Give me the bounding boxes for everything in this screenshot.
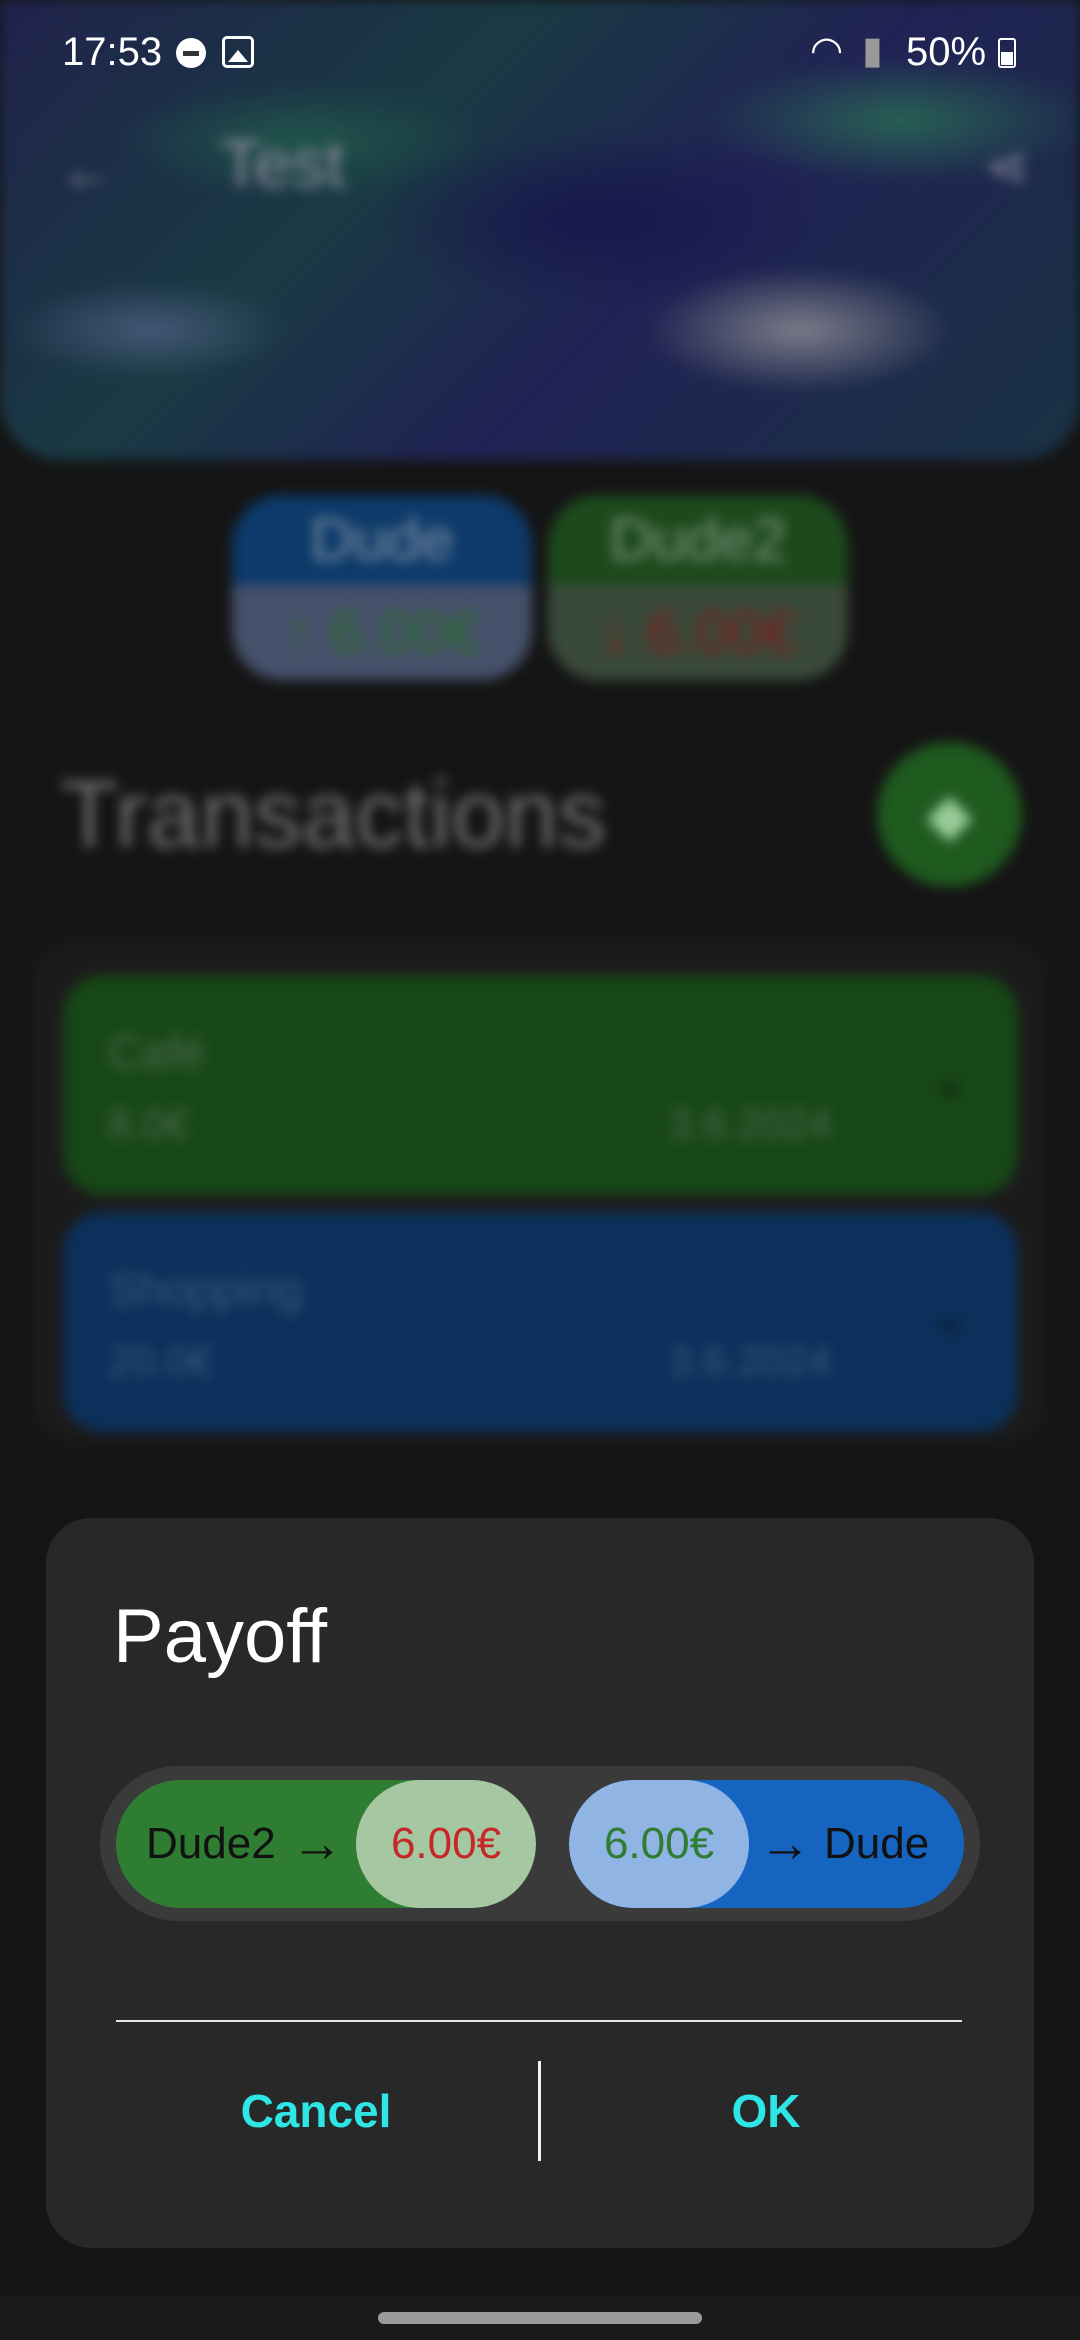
dialog-title: Payoff (113, 1594, 328, 1679)
balance-name: Dude (232, 495, 532, 585)
button-divider (538, 2061, 541, 2161)
payment-amount: 6.00€ (356, 1780, 536, 1908)
do-not-disturb-icon (176, 38, 206, 68)
payment-pill-dude[interactable]: 6.00€ → Dude (569, 1780, 964, 1908)
image-notification-icon (222, 36, 254, 68)
payoff-dialog: Payoff Dude2 → 6.00€ 6.00€ → Dude Cancel… (46, 1518, 1034, 2248)
battery-icon (998, 38, 1016, 68)
arrow-right-icon: → (291, 1815, 343, 1873)
payoff-button[interactable]: ◆ (877, 742, 1022, 887)
transaction-name: Shopping (108, 1263, 303, 1315)
payer-name: Dude2 (146, 1819, 276, 1868)
ok-button[interactable]: OK (566, 2066, 966, 2156)
status-time: 17:53 (62, 30, 163, 74)
transaction-date: 3.6.2024 (668, 1100, 832, 1147)
arrow-up-icon: ↑ (283, 599, 314, 666)
arrow-down-icon: ↓ (599, 599, 630, 666)
balance-amount: ↓ 6.00€ (548, 585, 848, 680)
status-bar: 17:53 ◠ ▮ 50% (0, 0, 1080, 105)
transaction-amount: 8.0€ (108, 1100, 190, 1147)
transaction-amount: 20.0€ (108, 1337, 214, 1384)
home-indicator[interactable] (378, 2312, 702, 2324)
payment-pill-dude2[interactable]: Dude2 → 6.00€ (116, 1780, 536, 1908)
app-title: Test (220, 126, 345, 202)
cancel-button[interactable]: Cancel (116, 2066, 516, 2156)
signal-icon: ▮ (862, 30, 883, 72)
balance-amount-value: 6.00€ (330, 599, 481, 666)
wifi-icon: ◠ (810, 30, 844, 72)
payee-name: Dude (824, 1819, 930, 1868)
transactions-title: Transactions (60, 761, 606, 868)
balance-name: Dude2 (548, 495, 848, 585)
handshake-icon: ◆ (926, 781, 973, 848)
dialog-divider (116, 2020, 962, 2022)
transaction-name: Café (108, 1026, 206, 1078)
share-icon[interactable]: ⋖ (985, 135, 1030, 198)
transaction-card[interactable]: Shopping 20.0€ 3.6.2024 ⌄ (63, 1212, 1018, 1432)
transaction-card[interactable]: Café 8.0€ 3.6.2024 ⌄ (63, 975, 1018, 1195)
chevron-down-icon[interactable]: ⌄ (931, 1055, 968, 1106)
back-arrow-icon[interactable]: ← (60, 140, 114, 202)
balance-amount: ↑ 6.00€ (232, 585, 532, 680)
chevron-down-icon[interactable]: ⌄ (931, 1292, 968, 1343)
battery-percentage: 50% (906, 30, 987, 74)
balance-amount-value: 6.00€ (646, 599, 797, 666)
arrow-right-icon: → (759, 1815, 811, 1873)
balance-chip-dude2[interactable]: Dude2 ↓ 6.00€ (548, 495, 848, 680)
payment-amount: 6.00€ (569, 1780, 749, 1908)
balance-chip-dude[interactable]: Dude ↑ 6.00€ (232, 495, 532, 680)
transaction-date: 3.6.2024 (668, 1337, 832, 1384)
